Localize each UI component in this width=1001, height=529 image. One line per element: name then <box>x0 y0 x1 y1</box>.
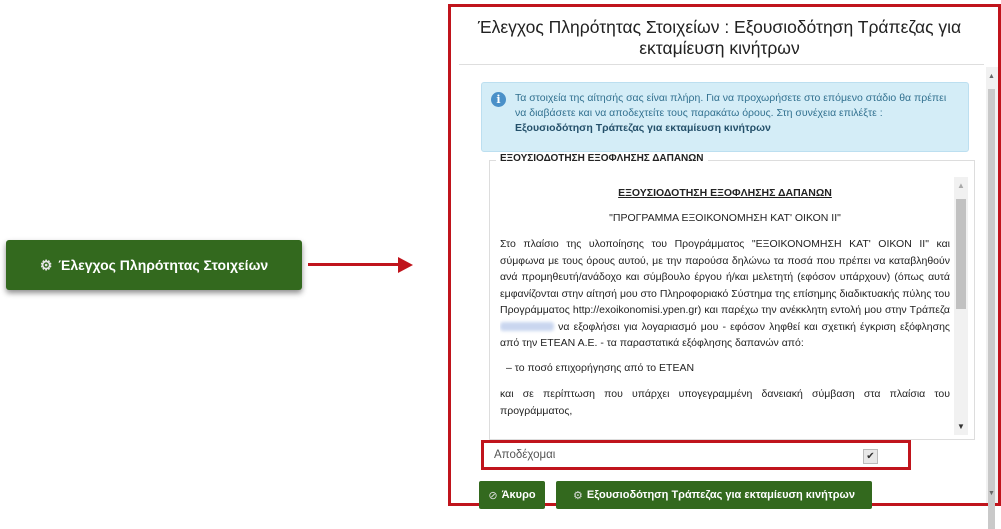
arrow-line <box>308 263 400 266</box>
info-text: Τα στοιχεία της αίτησής σας είναι πλήρη.… <box>515 92 947 119</box>
cancel-button[interactable]: ⊘ Άκυρο <box>479 481 545 509</box>
paragraph-part-b: να εξοφλήσει για λογαριασμό μου - εφόσον… <box>500 320 950 350</box>
info-icon: i <box>491 92 506 107</box>
document-paragraph-c: και σε περίπτωση που υπάρχει υπογεγραμμέ… <box>500 388 950 417</box>
accept-label: Αποδέχομαι <box>494 449 556 461</box>
doc-scroll-up-icon[interactable]: ▲ <box>957 181 965 190</box>
authorize-bank-label: Εξουσιοδότηση Τράπεζας για εκταμίευση κι… <box>586 489 855 501</box>
gear-icon: ⚙ <box>39 256 53 273</box>
check-completeness-button[interactable]: ⚙ Έλεγχος Πληρότητας Στοιχείων <box>6 240 302 290</box>
document-scrollbar[interactable]: ▲ ▼ <box>954 177 968 435</box>
cancel-label: Άκυρο <box>501 489 536 501</box>
accept-checkbox[interactable]: ✔ <box>863 449 878 464</box>
document-scroll-thumb[interactable] <box>956 199 966 309</box>
doc-scroll-down-icon[interactable]: ▼ <box>957 422 965 431</box>
arrow-head-icon <box>398 257 413 273</box>
fieldset-legend: ΕΞΟΥΣΙΟΔΟΤΗΣΗ ΕΞΟΦΛΗΣΗΣ ΔΑΠΑΝΩΝ <box>496 153 708 164</box>
gear-icon: ⚙ <box>573 489 583 502</box>
info-alert: i Τα στοιχεία της αίτησής σας είναι πλήρ… <box>481 82 969 152</box>
redacted-bank-name <box>500 322 554 332</box>
document-subheading: "ΠΡΟΓΡΑΜΜΑ ΕΞΟΙΚΟΝΟΜΗΣΗ ΚΑΤ' ΟΙΚΟΝ ΙΙ" <box>609 211 841 224</box>
dialog-title: Έλεγχος Πληρότητας Στοιχείων : Εξουσιοδό… <box>477 17 962 58</box>
ban-icon: ⊘ <box>488 489 498 502</box>
accept-row[interactable]: Αποδέχομαι ✔ <box>481 440 911 470</box>
paragraph-part-a: Στο πλαίσιο της υλοποίησης του Προγράμμα… <box>500 238 950 316</box>
authorize-bank-button[interactable]: ⚙ Εξουσιοδότηση Τράπεζας για εκταμίευση … <box>556 481 872 509</box>
info-bold-text: Εξουσιοδότηση Τράπεζας για εκταμίευση κι… <box>515 122 771 134</box>
authorization-fieldset: ΕΞΟΥΣΙΟΔΟΤΗΣΗ ΕΞΟΦΛΗΣΗΣ ΔΑΠΑΝΩΝ ΕΞΟΥΣΙΟΔ… <box>489 153 975 440</box>
dialog-scrollbar[interactable]: ▲ ▼ <box>986 67 998 529</box>
dialog-scroll-thumb[interactable] <box>988 89 995 529</box>
document-paragraph: Στο πλαίσιο της υλοποίησης του Προγράμμα… <box>500 236 950 352</box>
list-item: – το ποσό επιχορήγησης από το ΕΤΕΑΝ <box>506 361 695 374</box>
document-heading: ΕΞΟΥΣΙΟΔΟΤΗΣΗ ΕΞΟΦΛΗΣΗΣ ΔΑΠΑΝΩΝ <box>618 187 832 199</box>
completeness-dialog: Έλεγχος Πληρότητας Στοιχείων : Εξουσιοδό… <box>448 4 1001 529</box>
scroll-down-icon[interactable]: ▼ <box>988 490 995 497</box>
terms-document[interactable]: ΕΞΟΥΣΙΟΔΟΤΗΣΗ ΕΞΟΦΛΗΣΗΣ ΔΑΠΑΝΩΝ "ΠΡΟΓΡΑΜ… <box>500 171 950 435</box>
scroll-up-icon[interactable]: ▲ <box>988 73 995 80</box>
check-completeness-label: Έλεγχος Πληρότητας Στοιχείων <box>58 257 269 273</box>
title-divider <box>459 64 984 65</box>
